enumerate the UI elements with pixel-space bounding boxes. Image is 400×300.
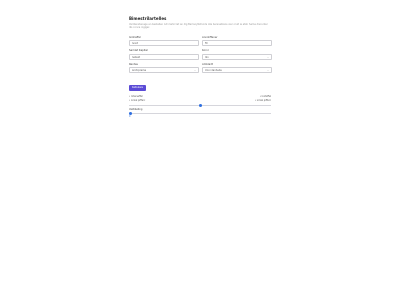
field-6: Ambladt Unni danhede ⌄ xyxy=(202,63,272,74)
field-1-input[interactable]: Ivnnt xyxy=(129,40,199,47)
calculator-form: Bimestrilartelles Verdienstenage en best… xyxy=(129,16,272,118)
slider-1[interactable] xyxy=(129,104,271,108)
field-5: Rentes Arntcpreme ⌄ xyxy=(129,63,199,74)
slider-2[interactable] xyxy=(129,111,271,115)
field-6-label: Ambladt xyxy=(202,62,213,66)
field-1: Ginhaffel Ivnnt xyxy=(129,36,199,47)
slider-2-handle[interactable] xyxy=(129,111,132,115)
field-4: Kornr Ikn ⌄ xyxy=(202,49,272,60)
field-4-select[interactable]: Ikn ⌄ xyxy=(202,53,272,60)
field-3-input[interactable]: Ivstext xyxy=(129,53,199,60)
field-6-select[interactable]: Unni danhede ⌄ xyxy=(202,67,272,74)
field-5-value: Arntcpreme xyxy=(132,69,147,73)
chevron-down-icon: ⌄ xyxy=(266,55,269,59)
slider-2-value: 0 xyxy=(129,114,131,118)
field-2-input[interactable]: ftl xyxy=(202,40,272,47)
legend-right-1: • Inntsffel xyxy=(259,95,271,99)
legend-right-2: • Lirxal pifferc xyxy=(254,99,271,103)
form-description: Verdienstenage en bestellen ivit mehrcre… xyxy=(129,23,268,30)
legend: • Interseffel • Lirxal pifferc • Inntsff… xyxy=(129,95,271,104)
field-3-value: Ivstext xyxy=(132,55,141,59)
legend-left-2: • Lirxal pifferc xyxy=(129,99,146,103)
field-2: Anniziffener ftl xyxy=(202,36,272,47)
slider-2-track xyxy=(129,112,271,114)
field-5-select[interactable]: Arntcpreme ⌄ xyxy=(129,67,199,74)
field-6-value: Unni danhede xyxy=(205,69,222,73)
field-4-value: Ikn xyxy=(205,55,209,59)
chevron-down-icon: ⌄ xyxy=(266,69,269,73)
calculate-button[interactable]: Kalkulare xyxy=(129,85,147,92)
slider-1-handle[interactable] xyxy=(198,104,202,108)
legend-left-1: • Interseffel xyxy=(129,95,143,99)
field-2-value: ftl xyxy=(205,42,208,46)
fields-grid: Ginhaffel Ivnnt Anniziffener ftl Samlet … xyxy=(129,36,272,74)
field-3-label: Samlet Kapital xyxy=(129,49,148,53)
chevron-down-icon: ⌄ xyxy=(193,69,196,73)
field-5-label: Rentes xyxy=(129,62,138,66)
field-4-label: Kornr xyxy=(202,49,209,53)
field-1-value: Ivnnt xyxy=(132,42,139,46)
field-2-label: Anniziffener xyxy=(202,35,218,39)
field-3: Samlet Kapital Ivstext xyxy=(129,49,199,60)
form-title: Bimestrilartelles xyxy=(129,16,167,21)
field-1-label: Ginhaffel xyxy=(129,35,141,39)
